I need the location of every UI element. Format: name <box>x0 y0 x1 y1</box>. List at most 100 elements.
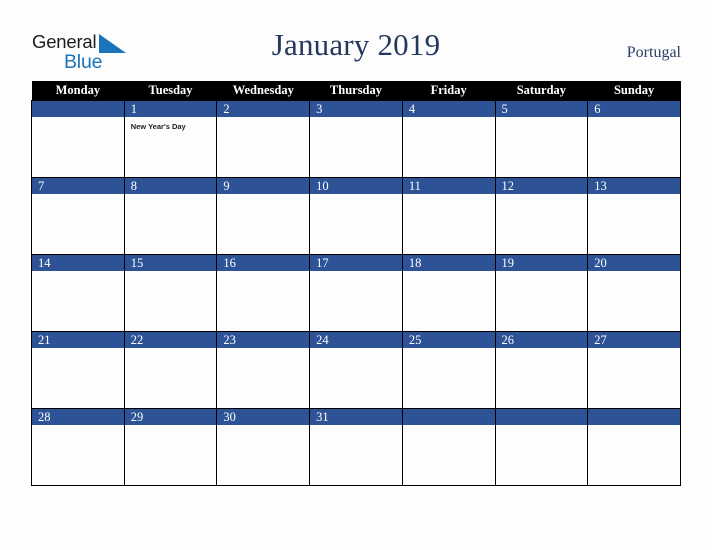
day-event <box>403 425 495 430</box>
day-event <box>403 194 495 199</box>
calendar-day-cell[interactable]: 12 <box>494 177 589 255</box>
day-number <box>32 101 124 117</box>
weekday-header-sunday: Sunday <box>587 81 681 101</box>
day-event <box>125 348 217 353</box>
day-number <box>588 409 680 425</box>
calendar-day-cell[interactable] <box>401 408 496 486</box>
day-event <box>310 425 402 430</box>
day-event <box>217 194 309 199</box>
calendar-week-row: 28 29 30 31 <box>31 408 681 486</box>
calendar-day-cell[interactable]: 20 <box>587 254 681 332</box>
calendar-day-cell[interactable]: 24 <box>309 331 403 409</box>
day-number: 22 <box>124 332 217 348</box>
calendar-day-cell[interactable]: 28 <box>31 408 125 486</box>
day-event <box>403 271 495 276</box>
calendar-day-cell[interactable]: 26 <box>494 331 589 409</box>
day-number: 9 <box>217 178 310 194</box>
day-number: 10 <box>310 178 402 194</box>
calendar-week-row: 21 22 23 24 25 26 27 <box>31 331 681 409</box>
day-event <box>496 117 588 122</box>
day-number: 11 <box>402 178 495 194</box>
day-number: 13 <box>588 178 680 194</box>
day-number: 27 <box>588 332 680 348</box>
day-event <box>496 271 588 276</box>
calendar-day-cell[interactable]: 25 <box>401 331 496 409</box>
calendar-day-cell[interactable]: 21 <box>31 331 125 409</box>
day-event <box>217 425 309 430</box>
weekday-header-tuesday: Tuesday <box>124 81 217 101</box>
day-event <box>403 117 495 122</box>
page-title: January 2019 <box>271 27 441 62</box>
day-event <box>588 194 680 199</box>
calendar-week-row: 1 New Year's Day 2 3 4 5 6 <box>31 100 681 178</box>
calendar-day-cell[interactable]: 9 <box>216 177 311 255</box>
day-event <box>310 271 402 276</box>
day-number: 26 <box>495 332 588 348</box>
calendar-day-cell[interactable]: 27 <box>587 331 681 409</box>
day-event <box>32 271 124 276</box>
day-event <box>496 348 588 353</box>
calendar-day-cell[interactable]: 13 <box>587 177 681 255</box>
day-event <box>403 348 495 353</box>
day-event <box>588 271 680 276</box>
day-number: 4 <box>402 101 495 117</box>
calendar-day-cell[interactable]: 7 <box>31 177 125 255</box>
day-number: 18 <box>402 255 495 271</box>
calendar-week-row: 14 15 16 17 18 19 20 <box>31 254 681 332</box>
weekday-header-wednesday: Wednesday <box>216 81 310 101</box>
calendar-day-cell[interactable]: 10 <box>309 177 403 255</box>
calendar-day-cell[interactable]: 23 <box>216 331 311 409</box>
calendar-day-cell[interactable]: 11 <box>401 177 496 255</box>
calendar-day-cell[interactable]: 8 <box>123 177 218 255</box>
calendar-day-cell[interactable]: 14 <box>31 254 125 332</box>
day-event <box>588 117 680 122</box>
day-event <box>32 348 124 353</box>
day-number: 19 <box>495 255 588 271</box>
calendar-day-cell[interactable]: 29 <box>123 408 218 486</box>
calendar-body: 1 New Year's Day 2 3 4 5 6 7 8 9 10 11 1… <box>31 100 681 486</box>
calendar-day-cell[interactable]: 18 <box>401 254 496 332</box>
day-number <box>402 409 495 425</box>
region-label: Portugal <box>626 44 681 61</box>
calendar-day-cell[interactable]: 22 <box>123 331 218 409</box>
calendar-day-cell[interactable]: 3 <box>309 100 403 178</box>
calendar-day-cell[interactable]: 4 <box>401 100 496 178</box>
day-event <box>125 425 217 430</box>
calendar-day-cell[interactable]: 5 <box>494 100 589 178</box>
calendar-day-cell[interactable]: 19 <box>494 254 589 332</box>
day-number: 14 <box>32 255 124 271</box>
day-event <box>217 117 309 122</box>
calendar-grid: Monday Tuesday Wednesday Thursday Friday… <box>31 81 681 486</box>
day-number: 15 <box>124 255 217 271</box>
calendar-day-cell[interactable]: 1 New Year's Day <box>123 100 218 178</box>
calendar-weekday-header: Monday Tuesday Wednesday Thursday Friday… <box>31 81 681 101</box>
day-number: 2 <box>217 101 310 117</box>
calendar-day-cell[interactable]: 15 <box>123 254 218 332</box>
day-number: 16 <box>217 255 310 271</box>
weekday-header-saturday: Saturday <box>495 81 588 101</box>
day-number: 30 <box>217 409 310 425</box>
day-event <box>496 194 588 199</box>
day-number: 23 <box>217 332 310 348</box>
day-number: 6 <box>588 101 680 117</box>
day-number: 21 <box>32 332 124 348</box>
calendar-day-cell[interactable]: 16 <box>216 254 311 332</box>
page-header: General Blue January 2019 Portugal <box>0 0 712 78</box>
calendar-day-cell[interactable] <box>494 408 589 486</box>
day-event <box>32 117 124 122</box>
calendar-day-cell[interactable] <box>31 100 125 178</box>
day-event <box>588 425 680 430</box>
calendar-day-cell[interactable] <box>587 408 681 486</box>
calendar-day-cell[interactable]: 31 <box>309 408 403 486</box>
calendar-day-cell[interactable]: 2 <box>216 100 311 178</box>
calendar-day-cell[interactable]: 6 <box>587 100 681 178</box>
day-event <box>310 117 402 122</box>
calendar-day-cell[interactable]: 30 <box>216 408 311 486</box>
calendar-day-cell[interactable]: 17 <box>309 254 403 332</box>
day-number: 1 <box>124 101 217 117</box>
day-event <box>496 425 588 430</box>
day-event <box>310 348 402 353</box>
weekday-header-row: Monday Tuesday Wednesday Thursday Friday… <box>31 81 681 101</box>
day-number: 24 <box>310 332 402 348</box>
calendar-week-row: 7 8 9 10 11 12 13 <box>31 177 681 255</box>
